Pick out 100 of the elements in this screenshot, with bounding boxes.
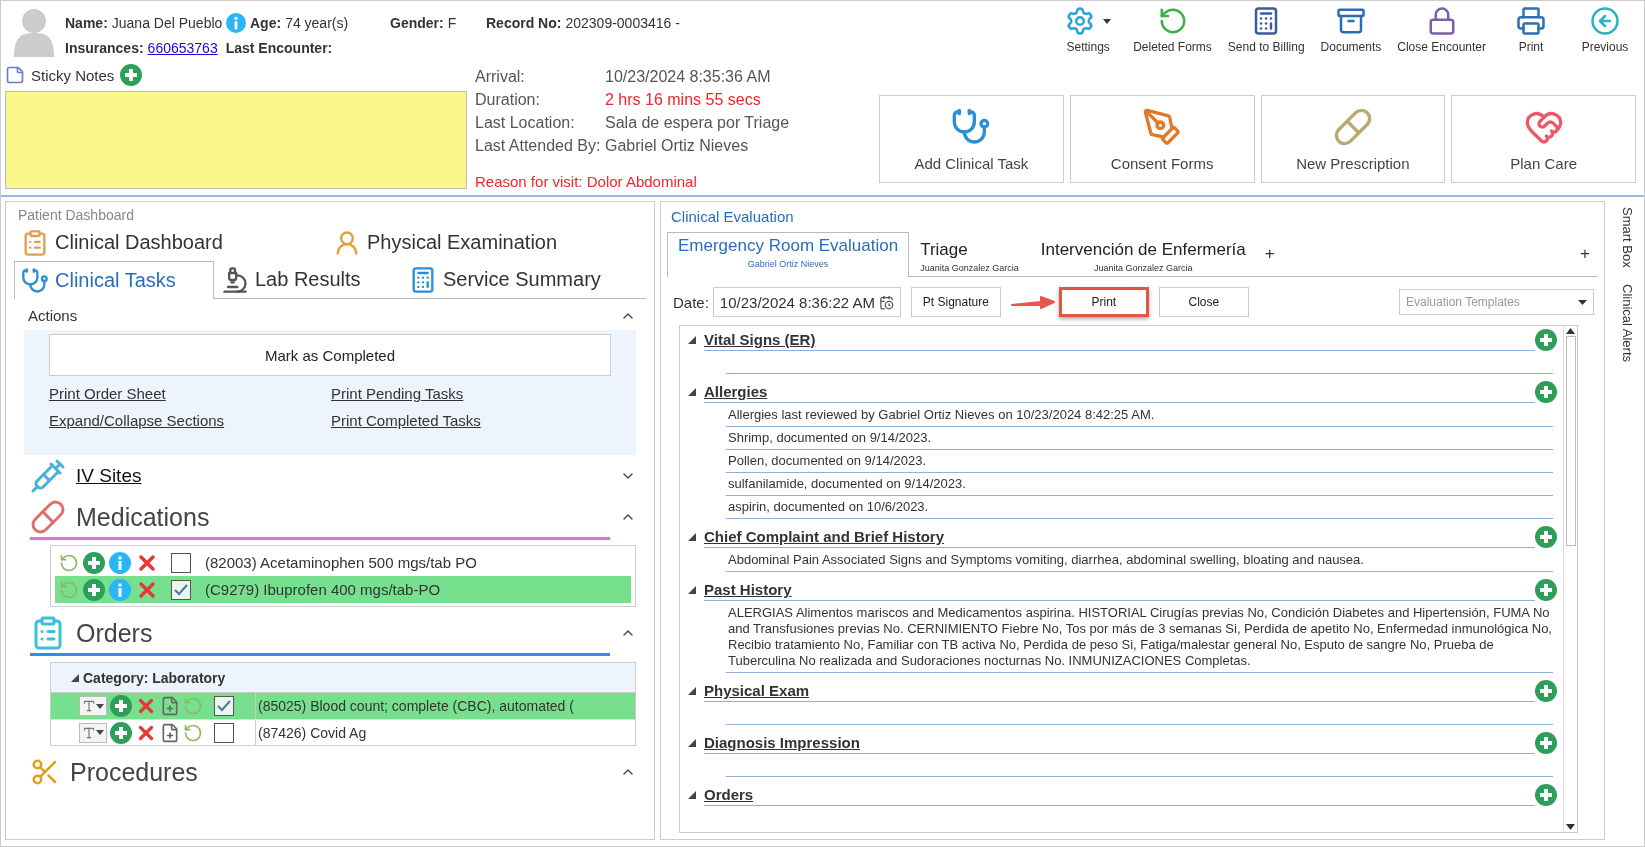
info-icon[interactable] bbox=[226, 13, 247, 33]
expanded-triangle-icon[interactable] bbox=[688, 533, 696, 541]
scroll-thumb[interactable] bbox=[1565, 336, 1576, 546]
caret-icon bbox=[96, 703, 104, 709]
field-label: Last Encounter: bbox=[225, 40, 333, 56]
medication-text: (C9279) Ibuprofen 400 mgs/tab-PO bbox=[205, 581, 441, 598]
form-button[interactable]: Print bbox=[1058, 287, 1149, 317]
section-title[interactable]: Past History bbox=[704, 581, 792, 598]
section-title[interactable]: Chief Complaint and Brief History bbox=[704, 528, 945, 545]
expanded-triangle-icon[interactable] bbox=[688, 336, 696, 344]
visit-value: Sala de espera por Triage bbox=[605, 113, 790, 132]
action-link[interactable]: Expand/Collapse Sections bbox=[49, 412, 225, 429]
add-icon[interactable] bbox=[1535, 579, 1557, 601]
sticky-note-icon bbox=[5, 65, 25, 85]
add-icon[interactable] bbox=[83, 551, 105, 574]
dashboard-tab[interactable]: Clinical Tasks bbox=[14, 261, 214, 299]
section-title[interactable]: Orders bbox=[76, 618, 610, 648]
add-pane-button[interactable]: + bbox=[1572, 244, 1598, 276]
section-title[interactable]: IV Sites bbox=[76, 465, 610, 487]
add-icon[interactable] bbox=[1535, 680, 1557, 702]
add-icon[interactable] bbox=[83, 578, 105, 601]
quick-action-button[interactable]: New Prescription bbox=[1260, 95, 1446, 183]
section-entry: sulfanilamide, documented on 9/14/2023. bbox=[726, 473, 1553, 496]
form-button[interactable]: Pt Signature bbox=[910, 287, 1001, 317]
expanded-triangle-icon[interactable] bbox=[688, 739, 696, 747]
checkbox[interactable] bbox=[214, 696, 234, 716]
caret-icon bbox=[1578, 299, 1587, 305]
category-label: Category: Laboratory bbox=[83, 669, 226, 686]
date-field[interactable]: 10/23/2024 8:36:22 AM bbox=[712, 287, 901, 317]
checkbox[interactable] bbox=[214, 722, 234, 743]
checkbox[interactable] bbox=[171, 579, 191, 600]
expanded-triangle-icon[interactable] bbox=[688, 687, 696, 695]
actions-title: Actions bbox=[28, 307, 78, 324]
visit-value: Gabriel Ortiz Nieves bbox=[605, 136, 749, 155]
printer-icon bbox=[1516, 6, 1546, 36]
mark-completed-button[interactable]: Mark as Completed bbox=[49, 334, 611, 376]
pen-nib-icon bbox=[1142, 106, 1183, 147]
toolbar-button[interactable]: Deleted Forms bbox=[1127, 3, 1218, 57]
expanded-triangle-icon[interactable] bbox=[71, 673, 79, 682]
section-title[interactable]: Orders bbox=[704, 786, 754, 803]
order-text: (85025) Blood count; complete (CBC), automated ( bbox=[256, 693, 635, 719]
add-icon[interactable] bbox=[1535, 329, 1557, 351]
insurance-link[interactable]: 660653763 bbox=[147, 40, 218, 56]
medication-row[interactable]: (82003) Acetaminophen 500 mgs/tab PO bbox=[55, 549, 631, 576]
caret-icon[interactable] bbox=[1103, 18, 1112, 24]
sticky-notes-title: Sticky Notes bbox=[31, 66, 115, 84]
font-dropdown[interactable] bbox=[79, 722, 107, 743]
visit-label: Arrival: bbox=[475, 67, 526, 86]
add-icon[interactable] bbox=[120, 64, 143, 86]
toolbar-button[interactable]: Documents bbox=[1314, 3, 1388, 57]
font-dropdown[interactable] bbox=[79, 696, 107, 716]
font-icon bbox=[82, 725, 96, 740]
add-tab-button[interactable]: + bbox=[1256, 244, 1283, 276]
calendar-clock-icon bbox=[878, 294, 894, 310]
section-title[interactable]: Physical Exam bbox=[704, 682, 810, 699]
medication-row[interactable]: (C9279) Ibuprofen 400 mgs/tab-PO bbox=[55, 576, 631, 603]
caret-icon bbox=[96, 730, 104, 735]
quick-action-button[interactable]: Consent Forms bbox=[1069, 95, 1255, 183]
section-title[interactable]: Procedures bbox=[70, 757, 610, 787]
font-icon bbox=[82, 699, 96, 713]
add-icon[interactable] bbox=[1535, 732, 1557, 754]
add-icon[interactable] bbox=[1535, 784, 1557, 806]
quick-action-button[interactable]: Add Clinical Task bbox=[879, 95, 1064, 183]
form-button[interactable]: Close bbox=[1158, 287, 1249, 317]
scrollbar[interactable] bbox=[1563, 326, 1577, 832]
toolbar-button[interactable]: Print bbox=[1496, 3, 1566, 57]
panel-title: Clinical Evaluation bbox=[670, 207, 795, 227]
section-title[interactable]: Medications bbox=[76, 502, 610, 532]
action-link[interactable]: Print Pending Tasks bbox=[331, 385, 464, 402]
scroll-up-icon[interactable] bbox=[1566, 328, 1575, 334]
expanded-triangle-icon[interactable] bbox=[688, 791, 696, 799]
file-plus-icon[interactable] bbox=[160, 722, 180, 743]
section-title[interactable]: Diagnosis Impression bbox=[704, 734, 860, 751]
stethoscope-icon bbox=[951, 106, 992, 147]
add-icon[interactable] bbox=[110, 721, 132, 744]
toolbar-button[interactable]: Settings bbox=[1053, 3, 1124, 57]
toolbar-button[interactable]: Close Encounter bbox=[1391, 3, 1492, 57]
visit-value: 2 hrs 16 mins 55 secs bbox=[605, 90, 761, 109]
visit-label: Last Attended By: bbox=[475, 136, 601, 155]
checkbox[interactable] bbox=[171, 552, 191, 573]
section-title[interactable]: Allergies bbox=[704, 383, 768, 400]
expanded-triangle-icon[interactable] bbox=[688, 388, 696, 396]
scroll-down-icon[interactable] bbox=[1566, 824, 1575, 830]
quick-action-button[interactable]: Plan Care bbox=[1451, 95, 1636, 183]
expanded-triangle-icon[interactable] bbox=[688, 586, 696, 594]
evaluation-tab[interactable]: Emergency Room Evaluation Gabriel Ortiz Nieves bbox=[667, 232, 910, 277]
side-tab[interactable]: Smart Box bbox=[1619, 205, 1635, 270]
file-plus-icon[interactable] bbox=[160, 696, 180, 716]
add-icon[interactable] bbox=[110, 695, 132, 717]
section-title[interactable]: Vital Signs (ER) bbox=[704, 331, 816, 348]
info-icon[interactable] bbox=[109, 578, 131, 601]
toolbar-button[interactable]: Send to Billing bbox=[1221, 3, 1311, 57]
add-icon[interactable] bbox=[1535, 381, 1557, 403]
side-tab[interactable]: Clinical Alerts bbox=[1619, 281, 1635, 364]
info-icon[interactable] bbox=[109, 551, 131, 574]
action-link[interactable]: Print Order Sheet bbox=[49, 385, 166, 402]
refresh-icon bbox=[59, 579, 79, 600]
action-link[interactable]: Print Completed Tasks bbox=[331, 412, 481, 429]
add-icon[interactable] bbox=[1535, 526, 1557, 548]
toolbar-button[interactable]: Previous bbox=[1570, 3, 1640, 57]
